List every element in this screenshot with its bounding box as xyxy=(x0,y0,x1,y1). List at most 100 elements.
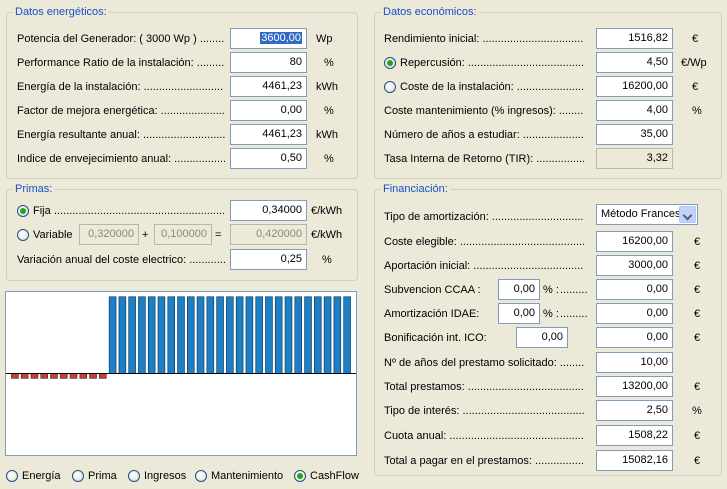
energy-value-2[interactable]: 4461,23 xyxy=(230,76,307,97)
energy-value-3[interactable]: 0,00 xyxy=(230,100,307,121)
cashflow-bar xyxy=(108,296,117,374)
financing-unit-6: € xyxy=(694,381,701,393)
economic-value-4[interactable]: 35,00 xyxy=(596,124,673,145)
chart-option-radio-energía[interactable] xyxy=(6,470,18,482)
financing-value-4[interactable]: 0,00 xyxy=(596,327,673,348)
energy-value-0[interactable]: 3600,00 xyxy=(230,28,307,49)
financing-value-7[interactable]: 2,50 xyxy=(596,400,673,421)
chevron-down-icon[interactable] xyxy=(679,206,696,223)
economic-label-0: Rendimiento inicial: ...................… xyxy=(384,33,584,45)
chart-option-label-1: Prima xyxy=(88,470,117,482)
financing-label-2: Subvencion CCAA : xyxy=(384,284,481,296)
economic-label-2: Coste de la instalación: ...............… xyxy=(400,81,584,93)
financing-pct-unit-2: % : xyxy=(543,284,559,296)
prima-variable-radio[interactable] xyxy=(17,229,29,241)
economic-radio-2[interactable] xyxy=(384,81,396,93)
cashflow-bar xyxy=(245,296,254,374)
cashflow-bar xyxy=(265,296,273,374)
cashflow-bar xyxy=(343,296,351,374)
cashflow-bar xyxy=(294,296,303,374)
cashflow-bar xyxy=(274,296,283,374)
economic-unit-2: € xyxy=(692,81,699,93)
cashflow-bar xyxy=(118,296,127,374)
prima-variable-base-input[interactable]: 0,320000 xyxy=(79,224,139,245)
amortization-value: Método Frances xyxy=(601,208,681,220)
energy-group-title: Datos energéticos: xyxy=(13,5,109,19)
economic-label-3: Coste mantenimiento (% ingresos): ......… xyxy=(384,105,584,117)
financing-value-2[interactable]: 0,00 xyxy=(596,279,673,300)
financing-value-9[interactable]: 15082,16 xyxy=(596,450,673,471)
energy-value-5[interactable]: 0,50 xyxy=(230,148,307,169)
cashflow-bar xyxy=(20,373,29,379)
variation-input[interactable]: 0,25 xyxy=(230,249,307,270)
variation-label: Variación anual del coste electrico: ...… xyxy=(17,254,225,266)
prima-variable-unit: €/kWh xyxy=(311,229,343,241)
financing-value-1[interactable]: 3000,00 xyxy=(596,255,673,276)
financing-value-3[interactable]: 0,00 xyxy=(596,303,673,324)
chart-option-radio-cashflow[interactable] xyxy=(294,470,306,482)
cashflow-bar xyxy=(187,296,195,374)
energy-unit-5: % xyxy=(324,153,334,165)
cashflow-bar xyxy=(206,296,215,374)
energy-unit-4: kWh xyxy=(316,129,338,141)
amortization-label: Tipo de amortización: ..................… xyxy=(384,211,584,223)
financing-unit-0: € xyxy=(694,236,701,248)
cashflow-bar xyxy=(79,373,88,379)
financing-label-9: Total a pagar en el prestamos: .........… xyxy=(384,455,584,467)
prima-fija-input[interactable]: 0,34000 xyxy=(230,200,307,221)
cashflow-bar xyxy=(333,296,342,374)
cashflow-bar xyxy=(40,373,48,379)
chart-option-label-2: Ingresos xyxy=(144,470,187,482)
economic-label-4: Número de años a estudiar: .............… xyxy=(384,129,584,141)
chart-option-label-0: Energía xyxy=(22,470,61,482)
energy-label-1: Performance Ratio de la instalación: ...… xyxy=(17,57,225,69)
energy-label-0: Potencia del Generador: ( 3000 Wp ) ....… xyxy=(17,33,225,45)
financing-unit-1: € xyxy=(694,260,701,272)
cashflow-bar xyxy=(323,296,332,374)
financing-dots-2: ........... xyxy=(560,284,588,296)
financing-value-6[interactable]: 13200,00 xyxy=(596,376,673,397)
financing-label-1: Aportación inicial: ....................… xyxy=(384,260,584,272)
prima-variable-plus: + xyxy=(142,229,149,241)
economic-value-2[interactable]: 16200,00 xyxy=(596,76,673,97)
economic-value-1[interactable]: 4,50 xyxy=(596,52,673,73)
chart-option-radio-ingresos[interactable] xyxy=(128,470,140,482)
financing-label-5: Nº de años del prestamo solicitado: ....… xyxy=(384,357,584,369)
energy-unit-2: kWh xyxy=(316,81,338,93)
financing-unit-3: € xyxy=(694,308,701,320)
amortization-select[interactable]: Método Frances xyxy=(596,204,698,225)
cashflow-bar xyxy=(128,296,136,374)
financing-value-8[interactable]: 1508,22 xyxy=(596,425,673,446)
economic-value-3[interactable]: 4,00 xyxy=(596,100,673,121)
prima-variable-extra-input[interactable]: 0,100000 xyxy=(154,224,212,245)
financing-label-4: Bonificación int. ICO: xyxy=(384,332,487,344)
prima-variable-equals: = xyxy=(215,229,222,241)
financing-pct-input-2[interactable]: 0,00 xyxy=(498,279,540,300)
financing-pct-input-3[interactable]: 0,00 xyxy=(498,303,540,324)
financing-value-5[interactable]: 10,00 xyxy=(596,352,673,373)
financing-label-6: Total prestamos: .......................… xyxy=(384,381,584,393)
financing-pct-input-4[interactable]: 0,00 xyxy=(516,327,568,348)
cashflow-chart-svg xyxy=(6,296,356,379)
financing-label-0: Coste elegible: ........................… xyxy=(384,236,584,248)
chart-option-radio-prima[interactable] xyxy=(72,470,84,482)
financing-group-title: Financiación: xyxy=(381,182,450,196)
energy-value-1[interactable]: 80 xyxy=(230,52,307,73)
economic-radio-1[interactable] xyxy=(384,57,396,69)
economic-unit-3: % xyxy=(692,105,702,117)
economic-value-0[interactable]: 1516,82 xyxy=(596,28,673,49)
chart-option-label-4: CashFlow xyxy=(310,470,359,482)
economic-value-5: 3,32 xyxy=(596,148,673,169)
cashflow-bar xyxy=(89,373,97,379)
financing-unit-2: € xyxy=(694,284,701,296)
energy-value-4[interactable]: 4461,23 xyxy=(230,124,307,145)
financing-dots-3: ........... xyxy=(560,308,588,320)
energy-label-5: Indice de envejecimiento anual: ........… xyxy=(17,153,225,165)
prima-variable-result: 0,420000 xyxy=(230,224,307,245)
financing-value-0[interactable]: 16200,00 xyxy=(596,231,673,252)
cashflow-bar xyxy=(147,296,156,374)
chart-option-radio-mantenimiento[interactable] xyxy=(195,470,207,482)
financing-unit-9: € xyxy=(694,455,701,467)
cashflow-bar xyxy=(314,296,322,374)
prima-fija-radio[interactable] xyxy=(17,205,29,217)
